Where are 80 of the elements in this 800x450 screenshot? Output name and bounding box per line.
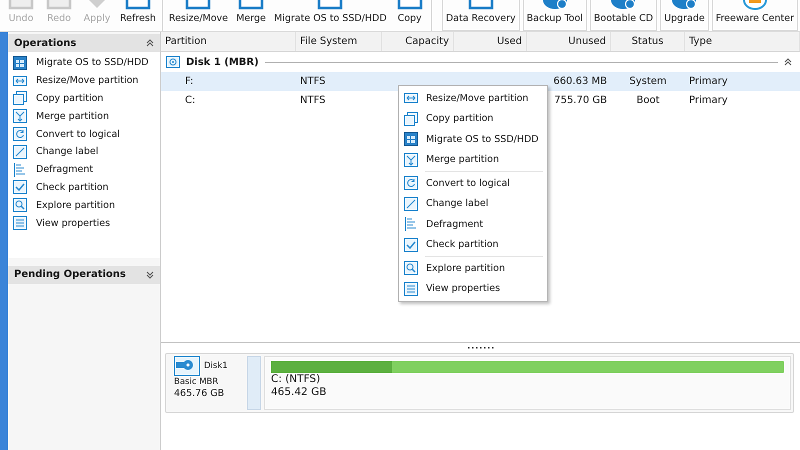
bars-icon xyxy=(404,217,418,232)
list-icon xyxy=(13,216,27,230)
toolbar-icon xyxy=(44,0,74,10)
windows-icon xyxy=(404,132,418,146)
checkmark-icon xyxy=(13,180,27,194)
menu-item[interactable]: View properties xyxy=(399,278,547,299)
bars-icon xyxy=(13,162,27,177)
section-header[interactable]: Operations xyxy=(8,34,160,52)
toolbar-button[interactable]: Freeware Center xyxy=(712,0,798,31)
table-cell: 755.70 GB xyxy=(554,95,607,106)
operation-item[interactable]: Merge partition xyxy=(8,107,160,126)
disk-name: Disk1 xyxy=(204,361,228,371)
partition-size: 465.42 GB xyxy=(271,386,328,399)
operation-item[interactable]: Check partition xyxy=(8,178,160,196)
table-cell: F: xyxy=(185,76,194,87)
toolbar-button[interactable]: Copy xyxy=(390,0,429,31)
checkmark-icon xyxy=(404,238,418,252)
menu-item[interactable]: Resize/Move partition xyxy=(399,88,547,108)
chevron-icon xyxy=(146,39,154,47)
operation-item[interactable]: Migrate OS to SSD/HDD xyxy=(8,54,160,72)
operation-item[interactable]: Copy partition xyxy=(8,90,160,108)
partition-label: C: (NTFS) xyxy=(271,373,322,386)
toolbar-button[interactable]: Migrate OS to SSD/HDD xyxy=(270,0,391,31)
menu-item[interactable]: Check partition xyxy=(399,234,547,255)
merge-arrow-icon xyxy=(404,152,418,167)
menu-item[interactable]: Migrate OS to SSD/HDD xyxy=(399,129,547,150)
table-cell: NTFS xyxy=(300,76,326,87)
table-cell: C: xyxy=(185,95,196,106)
toolbar-button[interactable]: Upgrade xyxy=(660,0,709,31)
operation-item[interactable]: Defragment xyxy=(8,160,160,179)
toolbar-button[interactable]: Merge xyxy=(232,0,270,31)
merge-arrow-icon xyxy=(13,109,27,124)
menu-item[interactable]: Merge partition xyxy=(399,150,547,170)
toolbar-button[interactable]: Data Recovery xyxy=(442,0,520,31)
section-header[interactable]: Pending Operations xyxy=(8,266,160,284)
windows-icon xyxy=(13,56,27,70)
table-cell: 660.63 MB xyxy=(553,76,607,87)
column-header[interactable]: Capacity xyxy=(382,32,454,51)
column-header[interactable]: Unused xyxy=(527,32,611,51)
pencil-line-icon xyxy=(13,144,27,159)
grip-icon[interactable] xyxy=(466,346,496,350)
column-header[interactable]: Status xyxy=(611,32,685,51)
toolbar-icon xyxy=(6,0,36,10)
pages-icon xyxy=(404,112,418,126)
magnifier-icon xyxy=(13,198,27,212)
toolbar-button[interactable]: Refresh xyxy=(116,0,160,31)
menu-item[interactable]: Explore partition xyxy=(399,258,547,278)
menu-item[interactable]: Defragment xyxy=(399,214,547,234)
chevron-icon xyxy=(146,270,154,279)
operation-item[interactable]: Explore partition xyxy=(8,196,160,214)
column-header[interactable]: Partition xyxy=(161,32,296,51)
partition-block[interactable]: C: (NTFS) 465.42 GB xyxy=(264,356,791,410)
table-cell: NTFS xyxy=(300,95,326,106)
toolbar-button[interactable]: Resize/Move xyxy=(164,0,232,31)
column-header[interactable]: Used xyxy=(454,32,527,51)
column-header[interactable]: Type xyxy=(685,32,800,51)
table-cell: Primary xyxy=(689,95,728,106)
disk-type: Basic MBR xyxy=(174,377,220,387)
table-cell: System xyxy=(629,76,667,87)
operation-item[interactable]: Resize/Move partition xyxy=(8,72,160,90)
toolbar-button[interactable]: Backup Tool xyxy=(522,0,587,31)
pages-icon xyxy=(13,91,27,106)
menu-item[interactable]: Change label xyxy=(399,194,547,214)
table-cell: Boot xyxy=(636,95,660,106)
operation-item[interactable]: Change label xyxy=(8,142,160,161)
magnifier-icon xyxy=(404,261,418,276)
circular-arrow-icon xyxy=(13,127,27,142)
chevron-icon[interactable] xyxy=(784,58,792,66)
menu-item[interactable]: Copy partition xyxy=(399,108,547,129)
operation-item[interactable]: View properties xyxy=(8,214,160,232)
operation-item[interactable]: Convert to logical xyxy=(8,125,160,143)
disk-size: 465.76 GB xyxy=(174,388,226,399)
circular-arrow-icon xyxy=(404,176,418,190)
column-header[interactable]: File System xyxy=(296,32,382,51)
pencil-line-icon xyxy=(404,196,418,211)
disk-label: Disk 1 (MBR) xyxy=(186,56,259,68)
toolbar-button[interactable]: Bootable CD xyxy=(590,0,658,31)
list-icon xyxy=(404,282,418,296)
menu-item[interactable]: Convert to logical xyxy=(399,173,547,194)
table-cell: Primary xyxy=(689,76,728,87)
